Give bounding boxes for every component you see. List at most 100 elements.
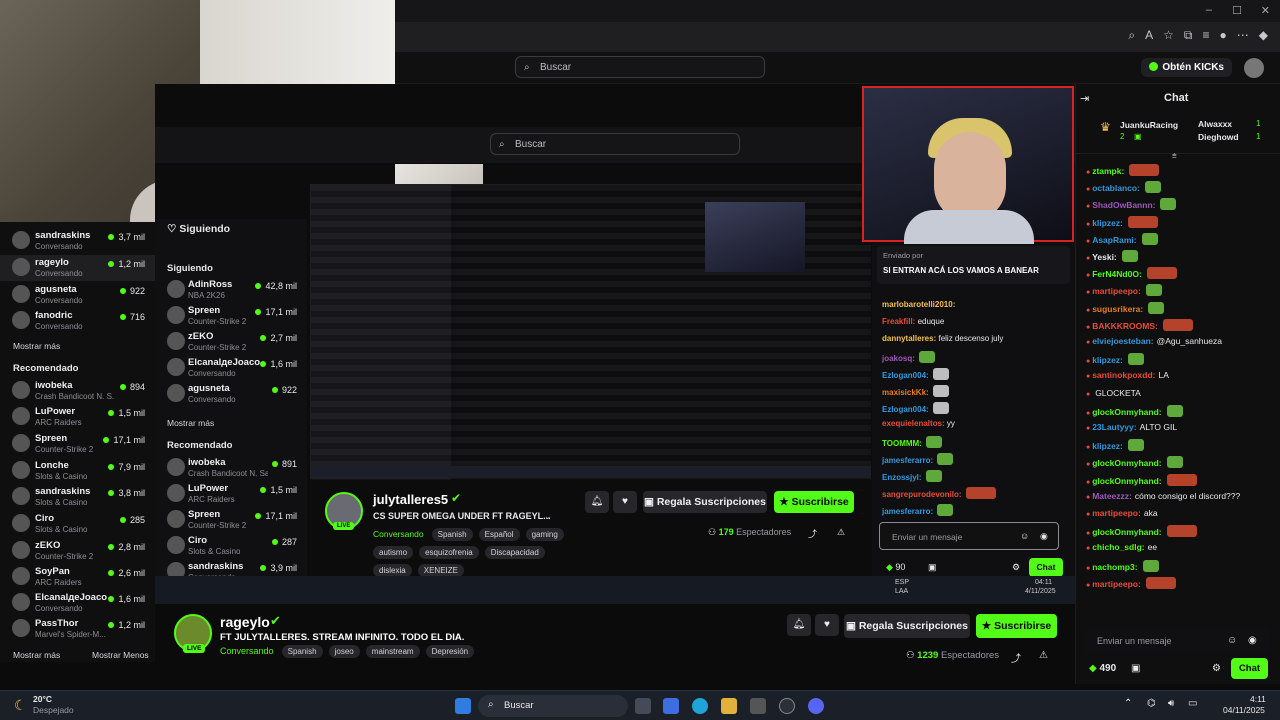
volume-icon[interactable]: 🔊︎ <box>1168 698 1174 709</box>
sidebar-channel[interactable]: Spreen Counter-Strike 2 17,1 mil <box>0 431 155 457</box>
sidebar-channel[interactable]: agusneta Conversando 922 <box>0 282 155 308</box>
show-more-link[interactable]: Mostrar más <box>13 341 60 351</box>
tag[interactable]: joseo <box>328 645 360 658</box>
maximize-button[interactable]: ☐ <box>1232 4 1242 17</box>
sidebar-channel[interactable]: ElcanalдeJoaco Conversando 1,6 mil <box>0 590 155 616</box>
tag[interactable]: mainstream <box>365 645 420 658</box>
chat-username[interactable]: glockOnmyhand: <box>1092 527 1161 537</box>
favorite-star-icon[interactable]: ☆ <box>1163 28 1174 43</box>
chat-username[interactable]: glockOnmyhand: <box>1092 476 1161 486</box>
chat-send-button[interactable]: Chat <box>1231 658 1268 679</box>
chat-username[interactable]: Mateezzz: <box>1092 491 1132 501</box>
chat-username[interactable]: santinokpoxdd: <box>1092 370 1155 380</box>
emoji-icon[interactable]: ◉ <box>1248 635 1257 646</box>
sidebar-channel[interactable]: sandraskins Conversando 3,7 mil <box>0 228 155 254</box>
chat-username[interactable]: martipeepo: <box>1092 579 1141 589</box>
copilot-icon[interactable] <box>663 698 679 714</box>
channel-category: Counter-Strike 2 <box>188 343 247 352</box>
weather-temperature[interactable]: 20°C <box>33 694 52 704</box>
settings-gear-icon[interactable]: ⚙ <box>1212 663 1221 674</box>
file-explorer-icon[interactable] <box>721 698 737 714</box>
chat-username[interactable]: AsapRami: <box>1092 235 1136 245</box>
sidebar-channel[interactable]: Ciro Slots & Casino 285 <box>0 511 155 537</box>
chat-username[interactable]: glockOnmyhand: <box>1092 407 1161 417</box>
sidebar-channel[interactable]: Lonche Slots & Casino 7,9 mil <box>0 458 155 484</box>
tag[interactable]: Spanish <box>281 645 323 658</box>
chat-username[interactable]: martipeepo: <box>1092 286 1141 296</box>
sidebar-channel[interactable]: zEKO Counter-Strike 2 2,8 mil <box>0 538 155 564</box>
chat-username[interactable]: Yeski: <box>1092 252 1117 262</box>
show-more-link[interactable]: Mostrar más <box>13 650 60 660</box>
chat-username[interactable]: elviejoesteban: <box>1092 336 1153 346</box>
chat-username[interactable]: klipzez: <box>1092 441 1123 451</box>
taskbar-search[interactable]: ⌕ Buscar <box>478 695 628 717</box>
start-menu-icon[interactable] <box>455 698 471 714</box>
gifter-name[interactable]: JuankuRacing <box>1120 120 1178 130</box>
copilot-icon[interactable]: ◆ <box>1259 28 1268 43</box>
show-less-link[interactable]: Mostrar Menos <box>92 650 149 660</box>
notifications-bell-icon[interactable]: 🔔︎ <box>787 614 811 636</box>
sidebar-channel[interactable]: sandraskins Slots & Casino 3,8 mil <box>0 484 155 510</box>
obs-icon[interactable] <box>779 698 795 714</box>
report-icon[interactable]: ⚠ <box>1039 650 1048 661</box>
streamer-name[interactable]: rageylo <box>220 614 270 630</box>
chat-username[interactable]: BAKKKROOMS: <box>1092 321 1158 331</box>
subscribe-button[interactable]: ★ Suscribirse <box>976 614 1057 638</box>
clock-time[interactable]: 4:11 <box>1250 694 1266 704</box>
menu-icon[interactable]: ⋯ <box>1237 28 1249 43</box>
user-avatar[interactable] <box>1244 58 1264 78</box>
weather-description[interactable]: Despejado <box>33 705 74 715</box>
chat-input[interactable]: Enviar un mensaje ☺ ◉ <box>1085 628 1270 654</box>
sidebar-channel[interactable]: iwobeka Crash Bandicoot N. S... 894 <box>0 378 155 404</box>
chat-username[interactable]: sugusrikera: <box>1092 304 1143 314</box>
gifter-name[interactable]: Dieghowd <box>1198 132 1239 142</box>
gift-subs-button[interactable]: ▣ Regala Suscripciones <box>844 614 970 638</box>
category-link[interactable]: Conversando <box>220 646 274 656</box>
network-icon[interactable]: ⌬ <box>1147 698 1156 709</box>
chat-username[interactable]: 23Lautyyy: <box>1092 422 1136 432</box>
zoom-icon[interactable]: ⌕ <box>1128 28 1135 43</box>
favorites-icon[interactable]: ≡ <box>1203 28 1210 43</box>
follow-heart-icon[interactable]: ♥ <box>815 614 839 636</box>
extensions-icon[interactable]: ⧉ <box>1184 28 1193 43</box>
edge-icon[interactable] <box>692 698 708 714</box>
sidebar-channel[interactable]: SoyPan ARC Raiders 2,6 mil <box>0 564 155 590</box>
chat-username[interactable]: ztampk: <box>1092 166 1124 176</box>
chat-username[interactable]: nachomp3: <box>1092 562 1137 572</box>
share-icon[interactable]: ⤴ <box>1011 650 1021 665</box>
close-button[interactable]: ✕ <box>1261 4 1270 17</box>
chat-username[interactable]: martipeepo: <box>1092 508 1141 518</box>
profile-icon[interactable]: ● <box>1220 28 1227 43</box>
emote <box>1145 576 1176 589</box>
sidebar-channel[interactable]: LuPower ARC Raiders 1,5 mil <box>0 404 155 430</box>
chat-username[interactable]: ShadOwBannn: <box>1092 200 1155 210</box>
chat-username[interactable]: glockOnmyhand: <box>1092 458 1161 468</box>
store-icon[interactable] <box>750 698 766 714</box>
sidebar-channel-selected[interactable]: rageylo Conversando 1,2 mil <box>0 255 155 281</box>
chat-username[interactable]: klipzez: <box>1092 218 1123 228</box>
emote-picker-icon[interactable]: ☺ <box>1227 635 1237 646</box>
battery-icon[interactable]: ▭ <box>1188 698 1197 709</box>
clock-date[interactable]: 04/11/2025 <box>1223 705 1265 715</box>
collapse-chat-icon[interactable]: ⇥ <box>1080 92 1089 105</box>
get-kicks-button[interactable]: Obtén KICKs <box>1141 58 1232 77</box>
discord-icon[interactable] <box>808 698 824 714</box>
gift-icon[interactable]: ▣ <box>1131 663 1140 674</box>
sidebar-channel[interactable]: PassThor Marvel's Spider-M... 1,2 mil <box>0 616 155 642</box>
task-view-icon[interactable] <box>635 698 651 714</box>
chat-username[interactable]: octablanco: <box>1092 183 1140 193</box>
gifter-name[interactable]: Alwaxxx <box>1198 119 1232 129</box>
chat-username[interactable]: FerN4Nd0O: <box>1092 269 1142 279</box>
search-input[interactable]: ⌕ Buscar <box>515 56 765 78</box>
chat-username[interactable]: klipzez: <box>1092 355 1123 365</box>
tag[interactable]: Depresión <box>425 645 475 658</box>
chat-text: aka <box>1143 508 1158 518</box>
chevron-up-icon[interactable]: ⌃ <box>1124 698 1132 709</box>
channel-points[interactable]: ◆ 490 <box>1089 663 1116 674</box>
subscribe-label: Suscribirse <box>994 620 1052 632</box>
sidebar-channel[interactable]: fanodric Conversando 716 <box>0 308 155 334</box>
channel-name: rageylo <box>35 257 69 268</box>
read-aloud-icon[interactable]: A <box>1145 28 1153 43</box>
chat-username[interactable]: chicho_sdlg: <box>1092 542 1144 552</box>
minimize-button[interactable]: – <box>1206 4 1212 16</box>
